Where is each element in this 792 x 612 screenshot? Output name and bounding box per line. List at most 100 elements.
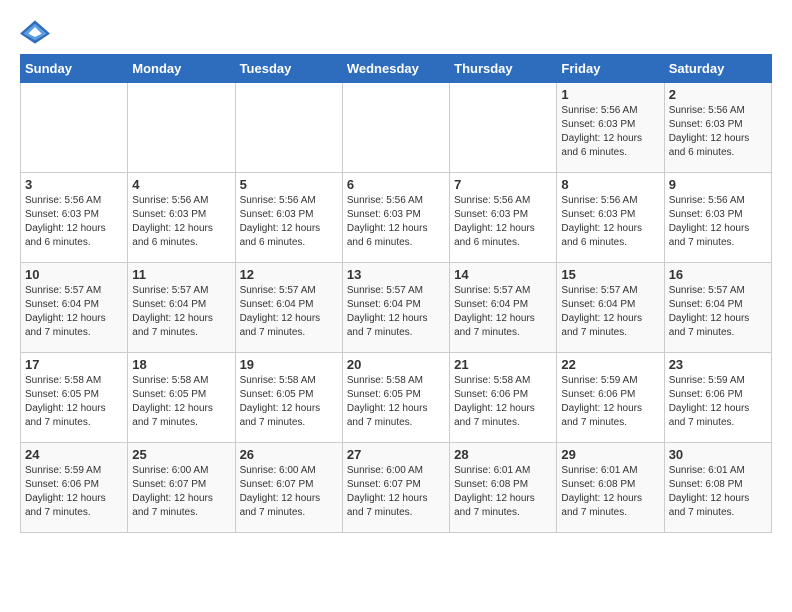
calendar-cell: 11 Sunrise: 5:57 AM Sunset: 6:04 PM Dayli…: [128, 263, 235, 353]
calendar-cell: 17Sunrise: 5:58 AM Sunset: 6:05 PM Dayli…: [21, 353, 128, 443]
calendar-cell: 22 Sunrise: 5:59 AM Sunset: 6:06 PM Dayli…: [557, 353, 664, 443]
calendar-cell: 15 Sunrise: 5:57 AM Sunset: 6:04 PM Dayli…: [557, 263, 664, 353]
day-info: Sunrise: 6:00 AM Sunset: 6:07 PM Dayligh…: [240, 464, 338, 520]
calendar-cell: 8 Sunrise: 5:56 AM Sunset: 6:03 PM Daylig…: [557, 173, 664, 263]
day-info: Sunrise: 5:56 AM Sunset: 6:03 PM Dayligh…: [561, 194, 659, 250]
calendar-cell: [342, 83, 449, 173]
day-number: 6: [347, 177, 445, 192]
day-info: Sunrise: 5:58 AM Sunset: 6:05 PM Dayligh…: [240, 374, 338, 430]
calendar-cell: 14Sunrise: 5:57 AM Sunset: 6:04 PM Dayli…: [450, 263, 557, 353]
day-info: Sunrise: 6:01 AM Sunset: 6:08 PM Dayligh…: [454, 464, 552, 520]
calendar-week-row: 1 Sunrise: 5:56 AM Sunset: 6:03 PM Daylig…: [21, 83, 772, 173]
day-number: 4: [132, 177, 230, 192]
calendar-cell: 1 Sunrise: 5:56 AM Sunset: 6:03 PM Daylig…: [557, 83, 664, 173]
calendar-cell: 10 Sunrise: 5:57 AM Sunset: 6:04 PM Dayli…: [21, 263, 128, 353]
calendar-cell: [21, 83, 128, 173]
day-info: Sunrise: 5:58 AM Sunset: 6:06 PM Dayligh…: [454, 374, 552, 430]
day-number: 22: [561, 357, 659, 372]
day-number: 13: [347, 267, 445, 282]
calendar-cell: [235, 83, 342, 173]
weekday-header-saturday: Saturday: [664, 55, 771, 83]
day-info: Sunrise: 5:59 AM Sunset: 6:06 PM Dayligh…: [25, 464, 123, 520]
day-info: Sunrise: 5:58 AM Sunset: 6:05 PM Dayligh…: [132, 374, 230, 430]
weekday-header-row: SundayMondayTuesdayWednesdayThursdayFrid…: [21, 55, 772, 83]
day-number: 21: [454, 357, 552, 372]
calendar-cell: 29 Sunrise: 6:01 AM Sunset: 6:08 PM Dayli…: [557, 443, 664, 533]
calendar-table: SundayMondayTuesdayWednesdayThursdayFrid…: [20, 54, 772, 533]
calendar-cell: 19 Sunrise: 5:58 AM Sunset: 6:05 PM Dayli…: [235, 353, 342, 443]
calendar-cell: 6 Sunrise: 5:56 AM Sunset: 6:03 PM Daylig…: [342, 173, 449, 263]
day-info: Sunrise: 5:57 AM Sunset: 6:04 PM Dayligh…: [240, 284, 338, 340]
day-number: 14: [454, 267, 552, 282]
day-number: 25: [132, 447, 230, 462]
day-number: 30: [669, 447, 767, 462]
day-number: 28: [454, 447, 552, 462]
calendar-cell: 5 Sunrise: 5:56 AM Sunset: 6:03 PM Daylig…: [235, 173, 342, 263]
day-number: 3: [25, 177, 123, 192]
calendar-cell: 16 Sunrise: 5:57 AM Sunset: 6:04 PM Dayli…: [664, 263, 771, 353]
day-info: Sunrise: 6:00 AM Sunset: 6:07 PM Dayligh…: [347, 464, 445, 520]
day-number: 20: [347, 357, 445, 372]
day-number: 5: [240, 177, 338, 192]
day-number: 19: [240, 357, 338, 372]
day-number: 29: [561, 447, 659, 462]
calendar-week-row: 3 Sunrise: 5:56 AM Sunset: 6:03 PM Daylig…: [21, 173, 772, 263]
calendar-cell: 21 Sunrise: 5:58 AM Sunset: 6:06 PM Dayli…: [450, 353, 557, 443]
calendar-cell: 3 Sunrise: 5:56 AM Sunset: 6:03 PM Daylig…: [21, 173, 128, 263]
day-number: 18: [132, 357, 230, 372]
day-info: Sunrise: 5:57 AM Sunset: 6:04 PM Dayligh…: [561, 284, 659, 340]
day-info: Sunrise: 6:00 AM Sunset: 6:07 PM Dayligh…: [132, 464, 230, 520]
calendar-cell: 24 Sunrise: 5:59 AM Sunset: 6:06 PM Dayli…: [21, 443, 128, 533]
day-number: 16: [669, 267, 767, 282]
day-info: Sunrise: 5:57 AM Sunset: 6:04 PM Dayligh…: [347, 284, 445, 340]
calendar-cell: 9Sunrise: 5:56 AM Sunset: 6:03 PM Daylig…: [664, 173, 771, 263]
calendar-cell: 27 Sunrise: 6:00 AM Sunset: 6:07 PM Dayli…: [342, 443, 449, 533]
calendar-cell: 26 Sunrise: 6:00 AM Sunset: 6:07 PM Dayli…: [235, 443, 342, 533]
day-number: 11: [132, 267, 230, 282]
day-number: 23: [669, 357, 767, 372]
day-info: Sunrise: 5:56 AM Sunset: 6:03 PM Dayligh…: [669, 104, 767, 160]
day-number: 10: [25, 267, 123, 282]
page-header: [20, 20, 772, 44]
calendar-cell: 20 Sunrise: 5:58 AM Sunset: 6:05 PM Dayli…: [342, 353, 449, 443]
weekday-header-friday: Friday: [557, 55, 664, 83]
day-info: Sunrise: 5:57 AM Sunset: 6:04 PM Dayligh…: [25, 284, 123, 340]
calendar-week-row: 10 Sunrise: 5:57 AM Sunset: 6:04 PM Dayli…: [21, 263, 772, 353]
day-info: Sunrise: 5:56 AM Sunset: 6:03 PM Dayligh…: [561, 104, 659, 160]
calendar-cell: 2Sunrise: 5:56 AM Sunset: 6:03 PM Daylig…: [664, 83, 771, 173]
calendar-cell: 23 Sunrise: 5:59 AM Sunset: 6:06 PM Dayli…: [664, 353, 771, 443]
day-number: 24: [25, 447, 123, 462]
day-number: 15: [561, 267, 659, 282]
calendar-cell: 12 Sunrise: 5:57 AM Sunset: 6:04 PM Dayli…: [235, 263, 342, 353]
day-number: 7: [454, 177, 552, 192]
day-number: 1: [561, 87, 659, 102]
weekday-header-monday: Monday: [128, 55, 235, 83]
day-info: Sunrise: 6:01 AM Sunset: 6:08 PM Dayligh…: [561, 464, 659, 520]
day-number: 26: [240, 447, 338, 462]
day-number: 8: [561, 177, 659, 192]
calendar-cell: [128, 83, 235, 173]
calendar-cell: 13 Sunrise: 5:57 AM Sunset: 6:04 PM Dayli…: [342, 263, 449, 353]
calendar-cell: 25 Sunrise: 6:00 AM Sunset: 6:07 PM Dayli…: [128, 443, 235, 533]
day-number: 12: [240, 267, 338, 282]
logo: [20, 20, 54, 44]
calendar-cell: [450, 83, 557, 173]
day-info: Sunrise: 5:58 AM Sunset: 6:05 PM Dayligh…: [25, 374, 123, 430]
day-info: Sunrise: 5:57 AM Sunset: 6:04 PM Dayligh…: [669, 284, 767, 340]
day-number: 9: [669, 177, 767, 192]
day-info: Sunrise: 5:56 AM Sunset: 6:03 PM Dayligh…: [347, 194, 445, 250]
day-info: Sunrise: 5:56 AM Sunset: 6:03 PM Dayligh…: [25, 194, 123, 250]
logo-icon: [20, 20, 50, 44]
day-info: Sunrise: 5:57 AM Sunset: 6:04 PM Dayligh…: [132, 284, 230, 340]
calendar-cell: 28 Sunrise: 6:01 AM Sunset: 6:08 PM Dayli…: [450, 443, 557, 533]
day-info: Sunrise: 5:56 AM Sunset: 6:03 PM Dayligh…: [240, 194, 338, 250]
day-info: Sunrise: 5:59 AM Sunset: 6:06 PM Dayligh…: [561, 374, 659, 430]
calendar-week-row: 24 Sunrise: 5:59 AM Sunset: 6:06 PM Dayli…: [21, 443, 772, 533]
calendar-cell: 18 Sunrise: 5:58 AM Sunset: 6:05 PM Dayli…: [128, 353, 235, 443]
day-info: Sunrise: 5:58 AM Sunset: 6:05 PM Dayligh…: [347, 374, 445, 430]
calendar-cell: 7Sunrise: 5:56 AM Sunset: 6:03 PM Daylig…: [450, 173, 557, 263]
day-number: 27: [347, 447, 445, 462]
weekday-header-thursday: Thursday: [450, 55, 557, 83]
day-info: Sunrise: 5:59 AM Sunset: 6:06 PM Dayligh…: [669, 374, 767, 430]
day-info: Sunrise: 5:56 AM Sunset: 6:03 PM Dayligh…: [132, 194, 230, 250]
